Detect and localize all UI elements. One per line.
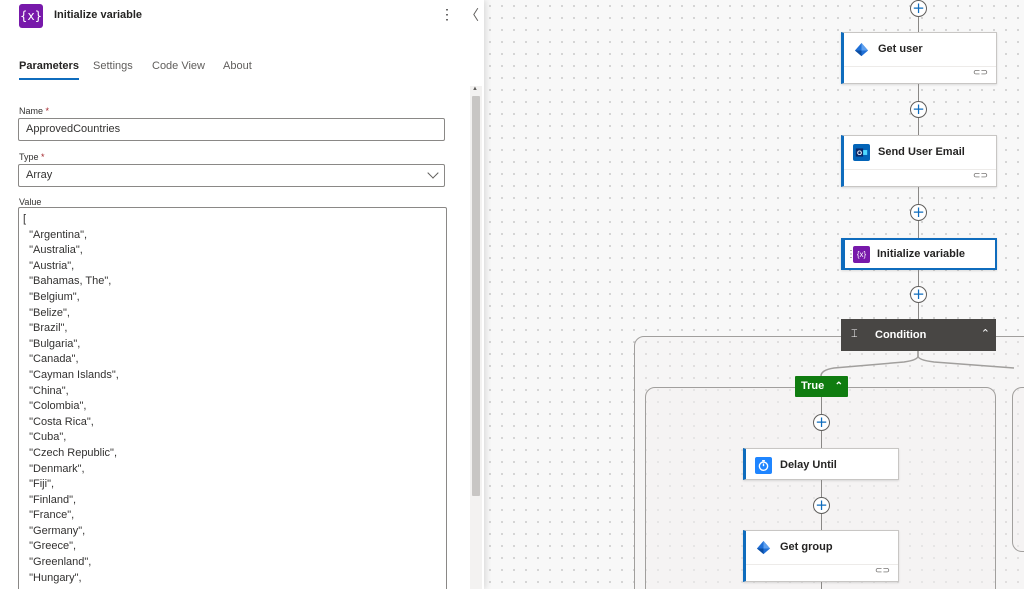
required-mark: *	[41, 152, 45, 162]
value-line: "Costa Rica",	[23, 415, 94, 428]
link-icon: ⊂⊃	[874, 565, 890, 575]
get-group-card[interactable]: Get group ⊂⊃	[743, 530, 899, 582]
value-line: "Greenland",	[23, 556, 92, 569]
value-line: "France",	[23, 509, 75, 522]
value-line: "Brazil",	[23, 322, 68, 335]
value-line: "Hungary",	[23, 571, 82, 584]
required-mark: *	[45, 106, 50, 116]
name-field[interactable]: ApprovedCountries	[18, 118, 445, 141]
value-line: "Czech Republic",	[23, 446, 118, 459]
value-line: "Cuba",	[23, 431, 67, 444]
value-label: Value	[19, 197, 42, 207]
delay-until-card[interactable]: Delay Until	[743, 448, 899, 480]
type-select[interactable]: Array	[18, 164, 445, 187]
panel-title: Initialize variable	[54, 9, 143, 21]
tab-parameters[interactable]: Parameters	[19, 60, 79, 80]
tab-about[interactable]: About	[223, 60, 252, 72]
value-line: "Australia",	[23, 244, 83, 257]
delay-until-title: Delay Until	[780, 459, 837, 471]
true-branch-label: True	[801, 380, 825, 392]
value-line: "Finland",	[23, 493, 77, 506]
value-line: "Denmark",	[23, 462, 85, 475]
type-select-value: Array	[26, 169, 53, 181]
timer-icon	[755, 457, 772, 474]
chevron-left-icon[interactable]: 〈	[465, 5, 479, 25]
value-line: "Germany",	[23, 524, 86, 537]
tab-code-view[interactable]: Code View	[152, 60, 205, 72]
scroll-up-icon[interactable]: ▲	[472, 86, 478, 92]
value-line: "China",	[23, 384, 69, 397]
value-line: "Argentina",	[23, 228, 88, 241]
variable-icon: {x}	[19, 4, 43, 28]
tab-settings[interactable]: Settings	[93, 60, 133, 72]
name-label-text: Name	[19, 106, 44, 116]
false-branch-scope	[1012, 387, 1024, 552]
value-line: "Bahamas, The",	[23, 275, 112, 288]
chevron-down-icon	[427, 167, 439, 179]
connector	[821, 582, 822, 589]
value-line: [	[23, 213, 27, 225]
panel-scrollbar[interactable]: ▲	[470, 86, 482, 589]
more-vertical-icon[interactable]: ⋮	[440, 6, 454, 23]
properties-panel: {x} Initialize variable ⋮ 〈 Parameters S…	[0, 0, 484, 589]
insert-step-button[interactable]: +	[813, 414, 830, 431]
value-line: "Greece",	[23, 540, 77, 553]
type-label: Type *	[19, 152, 45, 162]
value-line: "Cayman Islands",	[23, 368, 119, 381]
insert-step-button[interactable]: +	[813, 497, 830, 514]
value-line: "Austria",	[23, 259, 75, 272]
type-label-text: Type	[19, 152, 39, 162]
true-branch-badge[interactable]: True ⌃	[795, 376, 848, 397]
value-line: "Belize",	[23, 306, 70, 319]
name-label: Name *	[19, 106, 49, 116]
value-editor[interactable]: [ "Argentina", "Australia", "Austria", "…	[18, 207, 447, 589]
value-line: "Canada",	[23, 353, 79, 366]
value-line: "Belgium",	[23, 290, 80, 303]
value-line: "Fiji",	[23, 478, 55, 491]
value-line: "Colombia",	[23, 400, 87, 413]
scrollbar-thumb[interactable]	[472, 96, 480, 496]
get-group-title: Get group	[780, 541, 833, 553]
chevron-up-icon[interactable]: ⌃	[835, 376, 843, 397]
entra-id-icon	[755, 539, 772, 556]
value-line: "Bulgaria",	[23, 337, 81, 350]
flow-canvas[interactable]: + Get user ⊂⊃ + O Send User Email ⊂⊃ + ⋮…	[484, 0, 1024, 589]
